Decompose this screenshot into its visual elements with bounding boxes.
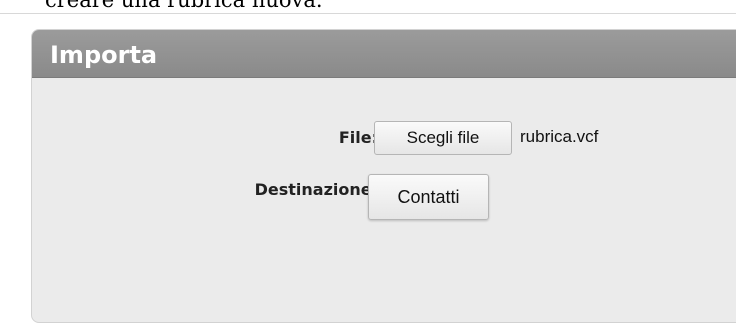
destination-select[interactable]: Contatti: [368, 174, 489, 220]
import-panel: Importa File: Scegli file rubrica.vcf De…: [31, 29, 736, 323]
choose-file-button[interactable]: Scegli file: [374, 121, 512, 155]
divider: [0, 13, 736, 14]
intro-text: creare una rubrica nuova.: [45, 0, 323, 12]
panel-title: Importa: [50, 41, 158, 69]
destination-label: Destinazione:: [254, 180, 378, 199]
file-label: File:: [338, 128, 378, 147]
selected-file-name: rubrica.vcf: [520, 127, 599, 146]
